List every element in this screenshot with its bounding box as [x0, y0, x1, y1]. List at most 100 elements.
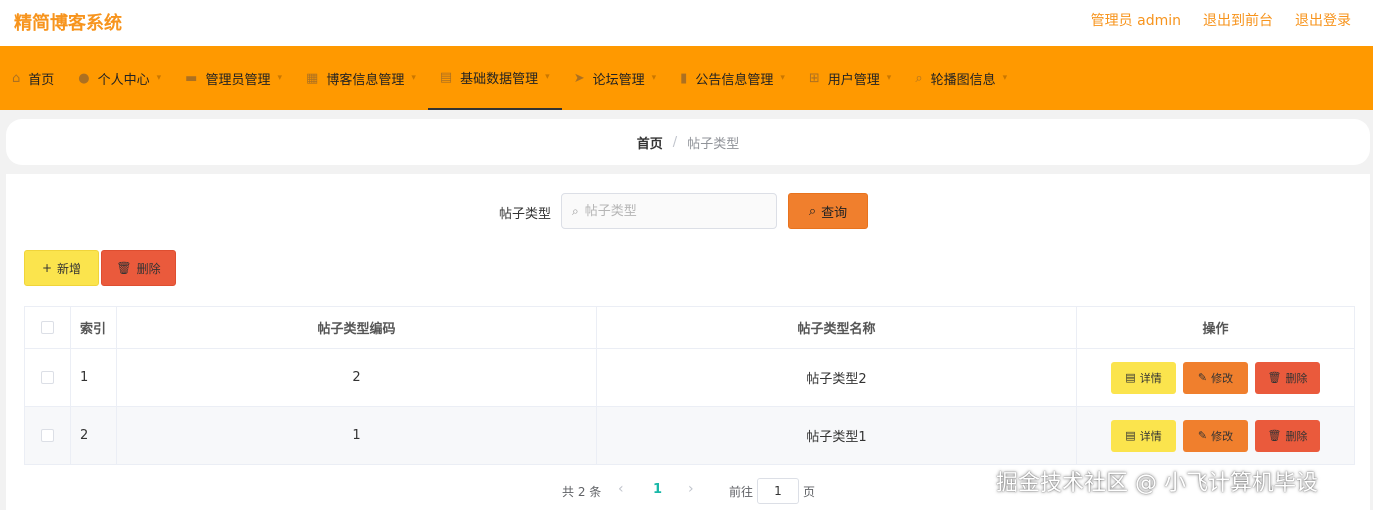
- chat-icon: ▬: [185, 70, 198, 86]
- row-actions: ▤ 详情 ✎ 修改 🗑 删除: [1077, 419, 1354, 452]
- home-icon: ⌂: [12, 70, 21, 86]
- cell-actions: ▤ 详情 ✎ 修改 🗑 删除: [1076, 406, 1355, 465]
- pagination-total: 共 2 条: [562, 485, 602, 499]
- nav-item-2[interactable]: ▬ 管理员管理 ▾: [173, 46, 294, 110]
- select-all-cell: [24, 306, 71, 349]
- cell-name: 帖子类型1: [596, 406, 1077, 465]
- cell-code: 2: [116, 348, 597, 407]
- nav-item-label: 论坛管理: [592, 72, 645, 88]
- chevron-down-icon: ▾: [780, 73, 785, 83]
- goto-label: 前往: [729, 485, 754, 499]
- nav-item-5[interactable]: ➤ 论坛管理 ▾: [562, 46, 668, 110]
- chevron-down-icon: ▾: [651, 73, 657, 83]
- row-actions: ▤ 详情 ✎ 修改 🗑 删除: [1077, 361, 1354, 394]
- cell-actions: ▤ 详情 ✎ 修改 🗑 删除: [1076, 348, 1355, 407]
- trash-icon: 🗑: [116, 261, 132, 275]
- prev-page-icon[interactable]: ‹: [618, 481, 624, 497]
- breadcrumb-current: 帖子类型: [687, 136, 740, 152]
- pencil-icon: ✎: [1197, 371, 1208, 384]
- table-row: 2 1 帖子类型1 ▤ 详情 ✎ 修改 🗑 删除: [24, 406, 1355, 465]
- nav-item-7[interactable]: ⊞ 用户管理 ▾: [797, 46, 903, 110]
- trash-icon: 🗑: [1267, 371, 1282, 384]
- nav-item-0[interactable]: ⌂ 首页: [0, 46, 66, 110]
- goto-page-input[interactable]: [757, 478, 799, 504]
- row-checkbox[interactable]: [41, 371, 54, 384]
- delete-button[interactable]: 🗑 删除: [1255, 361, 1320, 394]
- breadcrumb-separator: /: [672, 134, 678, 150]
- nav-item-3[interactable]: ▦ 博客信息管理 ▾: [294, 46, 428, 110]
- nav-item-4[interactable]: ▤ 基础数据管理 ▾: [427, 46, 562, 110]
- nav-item-label: 首页: [28, 72, 55, 88]
- user-icon: ●: [78, 70, 90, 86]
- search-icon: ⌕: [808, 203, 817, 219]
- chevron-down-icon: ▾: [545, 72, 550, 82]
- breadcrumb-home[interactable]: 首页: [637, 133, 663, 152]
- add-button[interactable]: + 新增: [24, 250, 99, 286]
- next-page-icon[interactable]: ›: [688, 481, 694, 497]
- table-row: 1 2 帖子类型2 ▤ 详情 ✎ 修改 🗑 删除: [24, 348, 1355, 407]
- search-label: 帖子类型: [499, 207, 552, 222]
- cell-index: 2: [70, 406, 117, 465]
- select-all-checkbox[interactable]: [41, 321, 54, 334]
- page-unit-label: 页: [803, 485, 816, 499]
- cart-icon: ⊞: [808, 70, 820, 86]
- nav-item-label: 轮播图信息: [930, 72, 996, 88]
- exit-to-front-link[interactable]: 退出到前台: [1203, 10, 1273, 30]
- table-body: 1 2 帖子类型2 ▤ 详情 ✎ 修改 🗑 删除 2 1 帖子类型1 ▤ 详情 ✎ 修改 🗑 删除: [24, 348, 1355, 465]
- edit-button[interactable]: ✎ 修改: [1183, 419, 1248, 452]
- column-header-name: 帖子类型名称: [596, 306, 1077, 349]
- edit-button[interactable]: ✎ 修改: [1183, 361, 1248, 394]
- cell-index: 1: [70, 348, 117, 407]
- table-header-row: 索引 帖子类型编码 帖子类型名称 操作: [24, 306, 1355, 349]
- shop-icon: ▤: [439, 69, 453, 85]
- row-select-cell: [24, 406, 71, 465]
- query-button[interactable]: ⌕ 查询: [788, 193, 868, 229]
- nav-item-6[interactable]: ▮ 公告信息管理 ▾: [668, 46, 797, 110]
- nav-item-1[interactable]: ● 个人中心 ▾: [66, 46, 173, 110]
- row-checkbox[interactable]: [41, 429, 54, 442]
- column-header-index: 索引: [70, 306, 117, 349]
- nav-item-8[interactable]: ⌕ 轮播图信息 ▾: [903, 46, 1019, 110]
- chevron-down-icon: ▾: [886, 73, 892, 83]
- logout-link[interactable]: 退出登录: [1295, 10, 1351, 30]
- top-links: 管理员 admin 退出到前台 退出登录: [1091, 10, 1351, 30]
- nav-item-label: 用户管理: [827, 72, 880, 88]
- delete-button-label: 删除: [1285, 429, 1308, 443]
- search-input[interactable]: [584, 203, 755, 219]
- nav-item-label: 公告信息管理: [695, 72, 774, 88]
- batch-delete-button[interactable]: 🗑 删除: [101, 250, 176, 286]
- breadcrumb: 首页 / 帖子类型: [6, 119, 1370, 165]
- nav-item-label: 博客信息管理: [326, 72, 405, 88]
- page-number-current[interactable]: 1: [653, 482, 662, 497]
- post-type-table: 索引 帖子类型编码 帖子类型名称 操作 1 2 帖子类型2 ▤ 详情 ✎ 修改 🗑 删除 2 1 帖子…: [24, 306, 1355, 465]
- edit-button-label: 修改: [1211, 429, 1234, 443]
- column-header-code: 帖子类型编码: [116, 306, 597, 349]
- nav-item-label: 个人中心: [97, 72, 150, 88]
- detail-button-label: 详情: [1139, 429, 1162, 443]
- delete-button[interactable]: 🗑 删除: [1255, 419, 1320, 452]
- grid-icon: ▦: [306, 70, 319, 86]
- document-icon: ▮: [680, 70, 688, 86]
- search-bar: 帖子类型 ⌕ ⌕ 查询: [0, 193, 1373, 229]
- add-button-label: 新增: [57, 261, 82, 276]
- chevron-down-icon: ▾: [411, 73, 416, 83]
- chevron-down-icon: ▾: [277, 73, 283, 83]
- detail-button-label: 详情: [1139, 371, 1162, 385]
- current-user-label[interactable]: 管理员 admin: [1091, 10, 1181, 30]
- delete-button-label: 删除: [1285, 371, 1308, 385]
- row-select-cell: [24, 348, 71, 407]
- detail-button[interactable]: ▤ 详情: [1111, 361, 1176, 394]
- batch-delete-label: 删除: [136, 261, 161, 276]
- top-bar: 精简博客系统 管理员 admin 退出到前台 退出登录: [0, 0, 1373, 46]
- search-input-wrapper[interactable]: ⌕: [561, 193, 777, 229]
- cell-code: 1: [116, 406, 597, 465]
- document-icon: ▤: [1125, 371, 1136, 384]
- nav-item-label: 基础数据管理: [460, 71, 539, 87]
- column-header-actions: 操作: [1076, 306, 1355, 349]
- pencil-icon: ✎: [1197, 429, 1208, 442]
- main-nav: ⌂ 首页 ● 个人中心 ▾ ▬ 管理员管理 ▾ ▦ 博客信息管理 ▾ ▤ 基础数据管理 ▾ ➤ 论坛管理 ▾ ▮ 公…: [0, 46, 1373, 110]
- edit-button-label: 修改: [1211, 371, 1234, 385]
- plus-icon: +: [41, 261, 53, 275]
- detail-button[interactable]: ▤ 详情: [1111, 419, 1176, 452]
- query-button-label: 查询: [821, 205, 848, 221]
